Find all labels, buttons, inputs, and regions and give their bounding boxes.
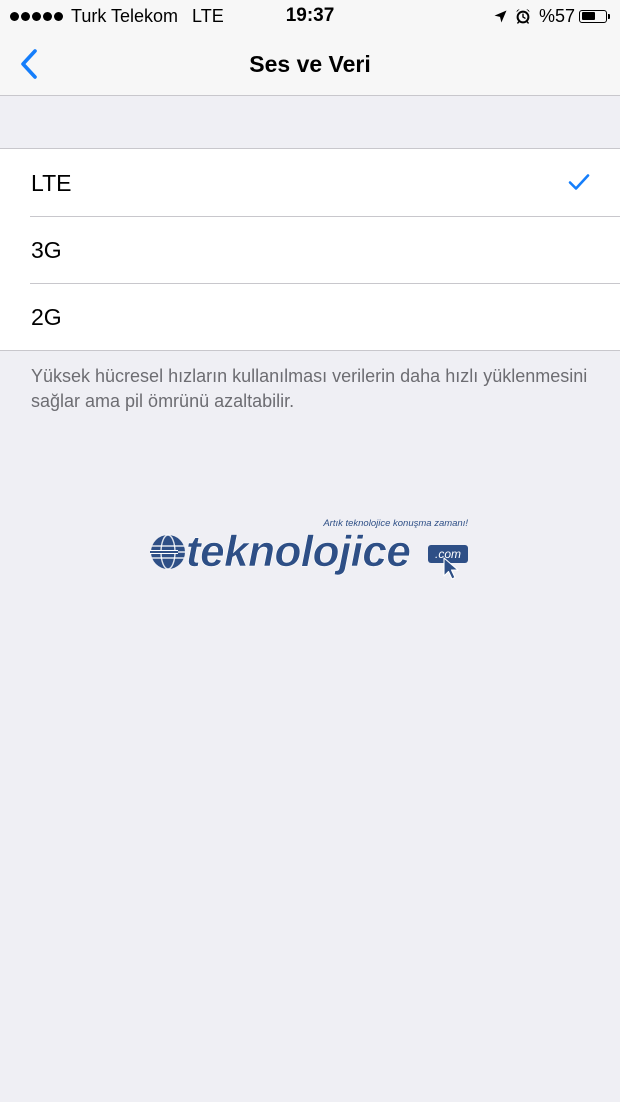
domain-badge: .com [428, 545, 468, 563]
battery-percent: %57 [538, 6, 575, 26]
status-bar-right: %57 [494, 6, 610, 26]
watermark-logo: Artık teknolojice konuşma zamanı! teknol… [148, 512, 470, 582]
location-arrow-icon [494, 10, 507, 23]
alarm-clock-icon [515, 8, 531, 24]
option-lte[interactable]: LTE [0, 149, 620, 216]
network-options-list: LTE 3G 2G [0, 148, 620, 351]
option-label: LTE [31, 169, 72, 196]
option-3g[interactable]: 3G [0, 216, 620, 283]
watermark-logo-text: teknolojice [186, 527, 410, 576]
navigation-bar: Ses ve Veri [0, 32, 620, 96]
page-title: Ses ve Veri [249, 51, 371, 77]
globe-icon [150, 534, 185, 570]
option-2g[interactable]: 2G [0, 283, 620, 350]
watermark-domain-suffix: .com [435, 547, 461, 561]
option-label: 3G [31, 236, 62, 263]
battery-level-fill [581, 12, 595, 20]
status-bar: Turk Telekom LTE 19:37 %57 [0, 0, 620, 32]
checkmark-icon [568, 174, 590, 190]
option-label: 2G [31, 303, 62, 330]
options-footer-description: Yüksek hücresel hızların kullanılması ve… [31, 366, 588, 411]
battery-icon [579, 9, 610, 23]
